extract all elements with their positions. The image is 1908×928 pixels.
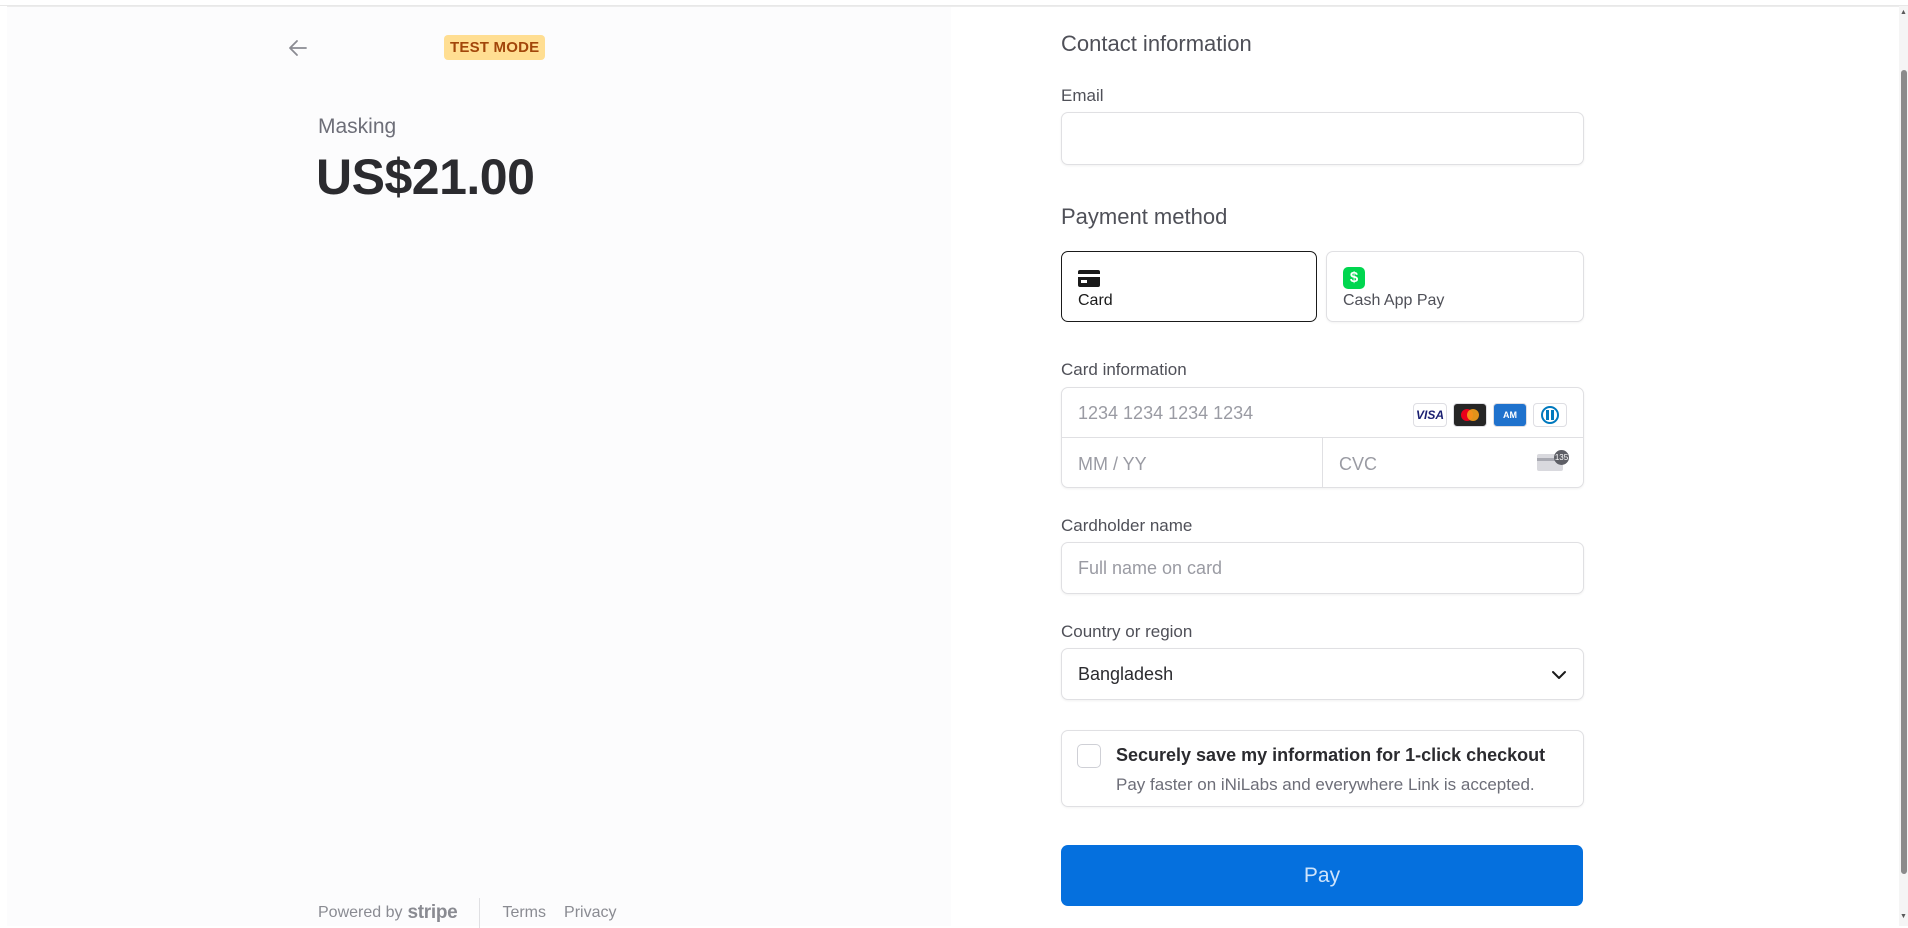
- card-number-placeholder: 1234 1234 1234 1234: [1078, 403, 1254, 423]
- country-value: Bangladesh: [1078, 664, 1174, 684]
- payment-method-card-label: Card: [1078, 292, 1113, 309]
- cardholder-name-field[interactable]: Full name on card: [1061, 542, 1584, 594]
- cardholder-placeholder: Full name on card: [1078, 558, 1223, 578]
- amex-icon: AM: [1493, 403, 1527, 427]
- diners-club-icon: [1533, 403, 1567, 427]
- card-brand-logos: VISA AM: [1413, 403, 1567, 427]
- cvc-badge: 135: [1554, 450, 1569, 465]
- save-info-checkbox[interactable]: [1077, 744, 1101, 768]
- payment-method-card[interactable]: Card: [1061, 251, 1317, 322]
- country-select[interactable]: Bangladesh: [1061, 648, 1584, 700]
- checkout-page: TEST MODE Masking US$21.00 Powered by st…: [0, 0, 1908, 928]
- card-info-label: Card information: [1061, 360, 1187, 379]
- mastercard-icon: [1453, 403, 1487, 427]
- email-label: Email: [1061, 86, 1104, 105]
- payment-method-cash-app[interactable]: $ Cash App Pay: [1326, 251, 1584, 322]
- cvc-placeholder: CVC: [1339, 454, 1378, 474]
- cardholder-label: Cardholder name: [1061, 516, 1193, 535]
- powered-by-text: Powered by: [318, 904, 403, 921]
- card-info-group: 1234 1234 1234 1234 VISA AM MM / YY CVC …: [1061, 387, 1584, 488]
- scrollbar-thumb[interactable]: [1901, 70, 1907, 874]
- save-info-title: Securely save my information for 1-click…: [1116, 745, 1546, 765]
- cvc-field[interactable]: CVC 135: [1323, 438, 1583, 487]
- credit-card-icon: [1078, 270, 1100, 292]
- payment-method-cash-app-label: Cash App Pay: [1343, 292, 1445, 309]
- stripe-logo[interactable]: stripe: [408, 902, 458, 924]
- product-name: Masking: [318, 115, 397, 138]
- cash-app-icon: $: [1343, 267, 1365, 289]
- expiry-placeholder: MM / YY: [1078, 454, 1147, 474]
- terms-link[interactable]: Terms: [502, 904, 546, 922]
- email-field[interactable]: [1061, 112, 1584, 165]
- privacy-link[interactable]: Privacy: [564, 904, 616, 922]
- save-info-box: Securely save my information for 1-click…: [1061, 730, 1584, 807]
- save-info-subtitle: Pay faster on iNiLabs and everywhere Lin…: [1116, 775, 1535, 794]
- cvc-card-icon: 135: [1537, 450, 1569, 472]
- scroll-down-arrow-icon[interactable]: ▼: [1899, 912, 1908, 922]
- test-mode-badge: TEST MODE: [444, 35, 546, 60]
- expiry-field[interactable]: MM / YY: [1062, 438, 1323, 487]
- card-number-field[interactable]: 1234 1234 1234 1234 VISA AM: [1062, 388, 1583, 438]
- footer: Powered by stripe Terms Privacy: [318, 898, 634, 928]
- contact-info-title: Contact information: [1061, 31, 1252, 56]
- back-arrow-icon[interactable]: [286, 38, 310, 58]
- country-label: Country or region: [1061, 622, 1193, 641]
- pay-button[interactable]: Pay: [1061, 845, 1583, 906]
- footer-divider: [479, 898, 481, 928]
- visa-icon: VISA: [1413, 403, 1447, 427]
- chevron-down-icon: [1551, 668, 1567, 686]
- total-price: US$21.00: [316, 149, 535, 205]
- payment-method-title: Payment method: [1061, 204, 1228, 229]
- scroll-up-arrow-icon[interactable]: ▲: [1899, 8, 1908, 18]
- order-summary-pane: [7, 6, 951, 926]
